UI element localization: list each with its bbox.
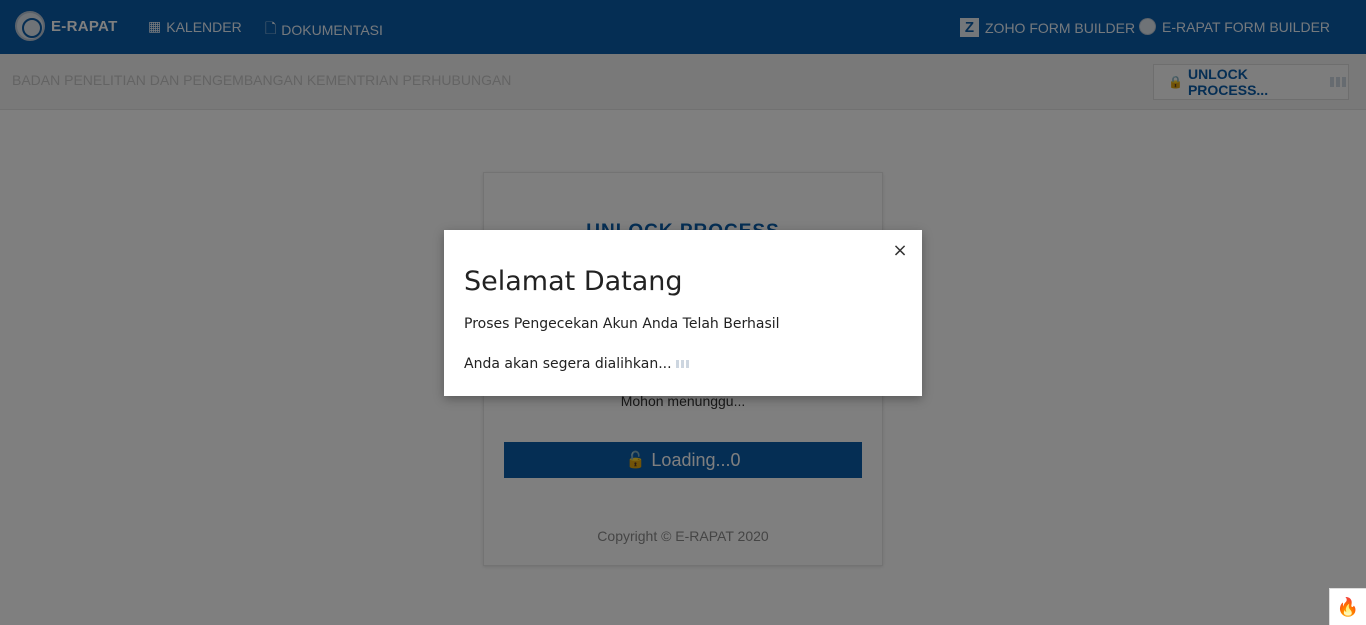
loading-dots-icon <box>675 360 691 368</box>
welcome-modal: × Selamat Datang Proses Pengecekan Akun … <box>444 230 922 396</box>
modal-redirect-row: Anda akan segera dialihkan... <box>464 356 691 372</box>
modal-success-text: Proses Pengecekan Akun Anda Telah Berhas… <box>464 316 780 332</box>
modal-title: Selamat Datang <box>464 266 683 297</box>
modal-redirect-text: Anda akan segera dialihkan... <box>464 356 672 372</box>
close-icon[interactable]: × <box>892 242 908 260</box>
flame-icon[interactable]: 🔥 <box>1329 588 1366 625</box>
